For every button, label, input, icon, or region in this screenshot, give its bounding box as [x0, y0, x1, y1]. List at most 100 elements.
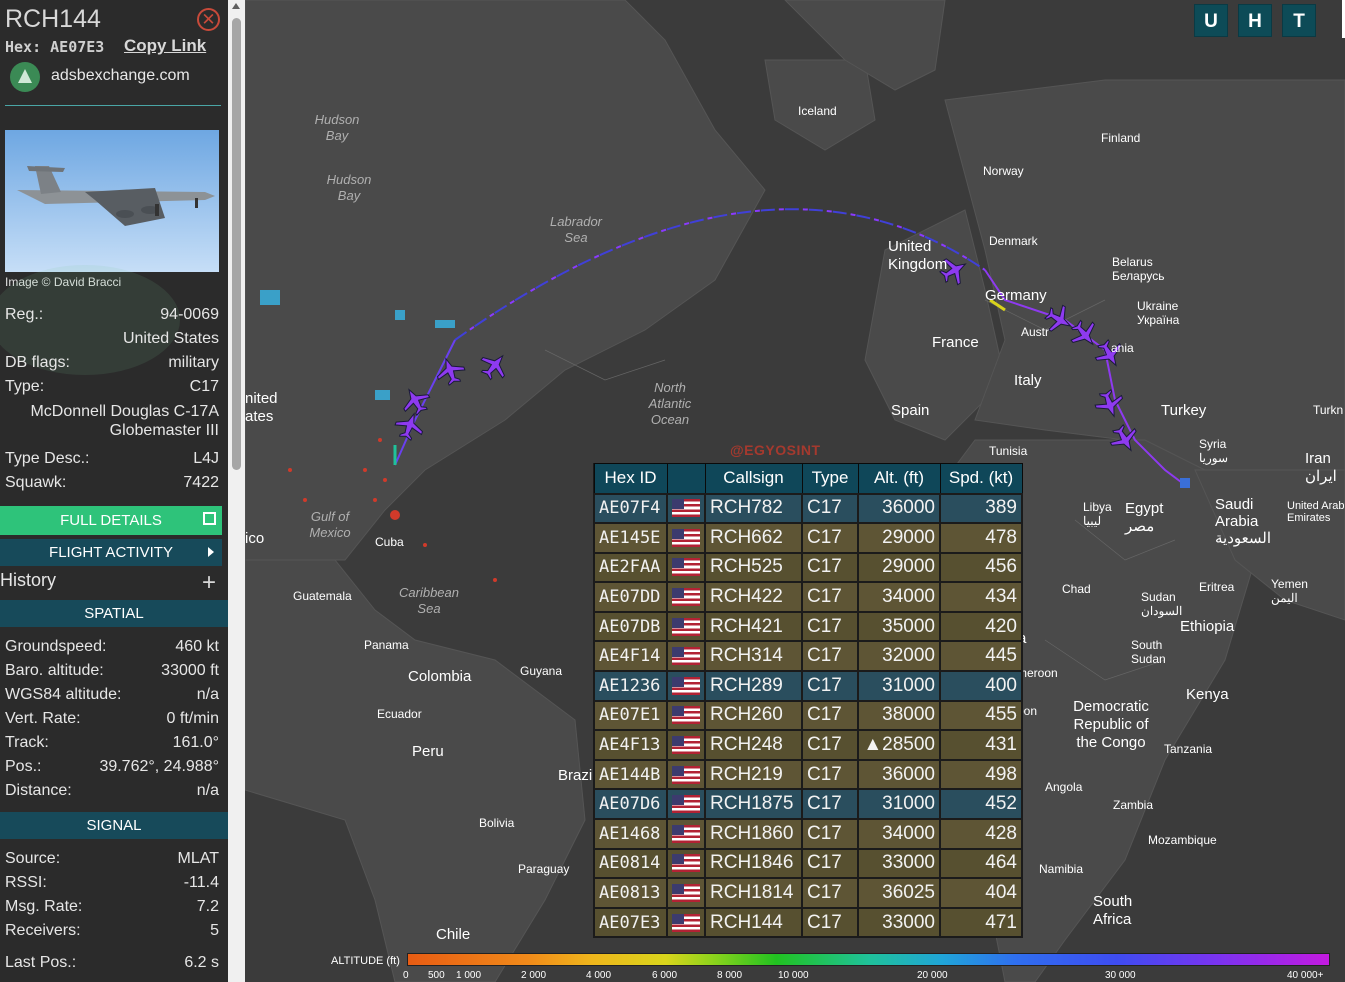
table-row[interactable]: AE07DD RCH422 C17 34000 434: [593, 581, 1023, 613]
cell-type: C17: [801, 788, 859, 821]
detail-value: 7.2: [196, 898, 219, 915]
map-label-drc: Democratic Republic of the Congo: [1073, 698, 1149, 751]
detail-label: Type Desc.:: [5, 450, 90, 467]
map-label-france: France: [932, 334, 979, 351]
column-header-flag[interactable]: [666, 463, 706, 494]
cell-callsign: RCH1814: [704, 877, 803, 909]
legend-tick: 20 000: [917, 970, 948, 981]
map-button-h[interactable]: H: [1238, 4, 1272, 37]
table-row[interactable]: AE1236 RCH289 C17 31000 400: [593, 670, 1023, 702]
cell-type: C17: [801, 877, 859, 909]
map-label-namibia: Namibia: [1039, 862, 1084, 876]
map-label-angola: Angola: [1045, 780, 1083, 794]
cell-callsign: RCH248: [704, 729, 803, 761]
cell-speed: 445: [939, 640, 1023, 673]
table-row[interactable]: AE4F13 RCH248 C17 ▲28500 431: [593, 729, 1023, 761]
table-row[interactable]: AE0813 RCH1814 C17 36025 404: [593, 877, 1023, 909]
table-row[interactable]: AE0814 RCH1846 C17 33000 464: [593, 847, 1023, 880]
column-header-hex[interactable]: Hex ID: [593, 463, 668, 494]
cell-altitude: 34000: [857, 818, 941, 850]
map-view[interactable]: Iceland Finland Norway Denmark United Ki…: [245, 0, 1345, 982]
cell-callsign: RCH662: [704, 522, 803, 554]
flight-activity-label: FLIGHT ACTIVITY: [49, 544, 173, 561]
column-header-speed[interactable]: Spd. (kt): [939, 463, 1023, 494]
legend-tick: 6 000: [652, 970, 678, 981]
cell-hex: AE0814: [593, 847, 668, 880]
us-flag-icon: [672, 499, 700, 518]
map-label-guatemala: Guatemala: [293, 589, 352, 603]
map-label-ecuador: Ecuador: [377, 707, 422, 721]
map-label-colombia: Colombia: [408, 668, 472, 685]
cell-flag: [666, 670, 706, 702]
cell-flag: [666, 818, 706, 850]
detail-label: Groundspeed:: [5, 638, 107, 655]
detail-label: Msg. Rate:: [5, 898, 83, 915]
source-site-link[interactable]: adsbexchange.com: [51, 67, 190, 85]
scrollbar-thumb[interactable]: [232, 18, 241, 470]
table-row[interactable]: AE2FAA RCH525 C17 29000 456: [593, 551, 1023, 584]
sidebar-scrollbar[interactable]: [228, 0, 245, 982]
cell-flag: [666, 906, 706, 939]
cell-hex: AE07D6: [593, 788, 668, 821]
history-toggle[interactable]: History: [0, 570, 56, 591]
cell-altitude: 31000: [857, 788, 941, 821]
cell-altitude: 34000: [857, 581, 941, 613]
cell-altitude: 35000: [857, 610, 941, 643]
map-label-caribbean-sea: Caribbean Sea: [399, 585, 459, 616]
detail-value: 7422: [183, 474, 219, 491]
column-header-callsign[interactable]: Callsign: [704, 463, 803, 494]
spatial-header: SPATIAL: [0, 600, 228, 627]
detail-value: 5: [210, 922, 219, 939]
us-flag-icon: [672, 765, 700, 784]
expand-plus-icon[interactable]: +: [202, 570, 216, 596]
cell-type: C17: [801, 522, 859, 554]
cell-altitude: 31000: [857, 670, 941, 702]
chevron-right-icon: [208, 547, 214, 557]
detail-label: Receivers:: [5, 922, 81, 939]
cell-type: C17: [801, 581, 859, 613]
map-label-hudson-bay-2: Hudson Bay: [326, 172, 372, 203]
cell-type: C17: [801, 610, 859, 643]
cell-hex: AE07E3: [593, 906, 668, 939]
cell-type: C17: [801, 847, 859, 880]
map-label-turkey: Turkey: [1161, 402, 1207, 419]
column-header-altitude[interactable]: Alt. (ft): [857, 463, 941, 494]
map-label-germany: Germany: [985, 287, 1047, 304]
map-label-labrador-sea: Labrador Sea: [549, 214, 603, 245]
map-label-south-sudan: South Sudan: [1131, 638, 1166, 666]
cell-speed: 498: [939, 758, 1023, 791]
altitude-legend-title: ALTITUDE (ft): [331, 955, 400, 967]
table-row[interactable]: AE07E3 RCH144 C17 33000 471: [593, 906, 1023, 939]
flight-activity-button[interactable]: FLIGHT ACTIVITY: [0, 539, 222, 566]
map-label-yemen: Yemen اليمن: [1271, 577, 1308, 605]
copy-link[interactable]: Copy Link: [124, 36, 206, 56]
table-row[interactable]: AE1468 RCH1860 C17 34000 428: [593, 818, 1023, 850]
scroll-up-arrow-icon[interactable]: [232, 3, 240, 9]
aircraft-photo[interactable]: [5, 130, 219, 272]
table-row[interactable]: AE4F14 RCH314 C17 32000 445: [593, 640, 1023, 673]
map-label-ethiopia: Ethiopia: [1180, 618, 1235, 635]
column-header-type[interactable]: Type: [801, 463, 859, 494]
cell-altitude: 29000: [857, 522, 941, 554]
adsbexchange-logo-icon[interactable]: [10, 62, 40, 92]
map-label-tanzania: Tanzania: [1164, 742, 1213, 756]
close-icon[interactable]: ✕: [197, 8, 220, 31]
cell-type: C17: [801, 729, 859, 761]
table-row[interactable]: AE07F4 RCH782 C17 36000 389: [593, 492, 1023, 525]
full-details-button[interactable]: FULL DETAILS: [0, 506, 222, 535]
map-button-t[interactable]: T: [1282, 4, 1316, 37]
detail-label: WGS84 altitude:: [5, 686, 122, 703]
map-button-u[interactable]: U: [1194, 4, 1228, 37]
table-row[interactable]: AE145E RCH662 C17 29000 478: [593, 522, 1023, 554]
signal-header: SIGNAL: [0, 812, 228, 839]
cell-hex: AE4F14: [593, 640, 668, 673]
detail-label: RSSI:: [5, 874, 47, 891]
map-label-iceland: Iceland: [798, 104, 837, 118]
table-row[interactable]: AE144B RCH219 C17 36000 498: [593, 758, 1023, 791]
cell-flag: [666, 758, 706, 791]
cell-callsign: RCH219: [704, 758, 803, 791]
table-row[interactable]: AE07E1 RCH260 C17 38000 455: [593, 699, 1023, 732]
table-row[interactable]: AE07D6 RCH1875 C17 31000 452: [593, 788, 1023, 821]
detail-value: 0 ft/min: [166, 710, 219, 727]
table-row[interactable]: AE07DB RCH421 C17 35000 420: [593, 610, 1023, 643]
